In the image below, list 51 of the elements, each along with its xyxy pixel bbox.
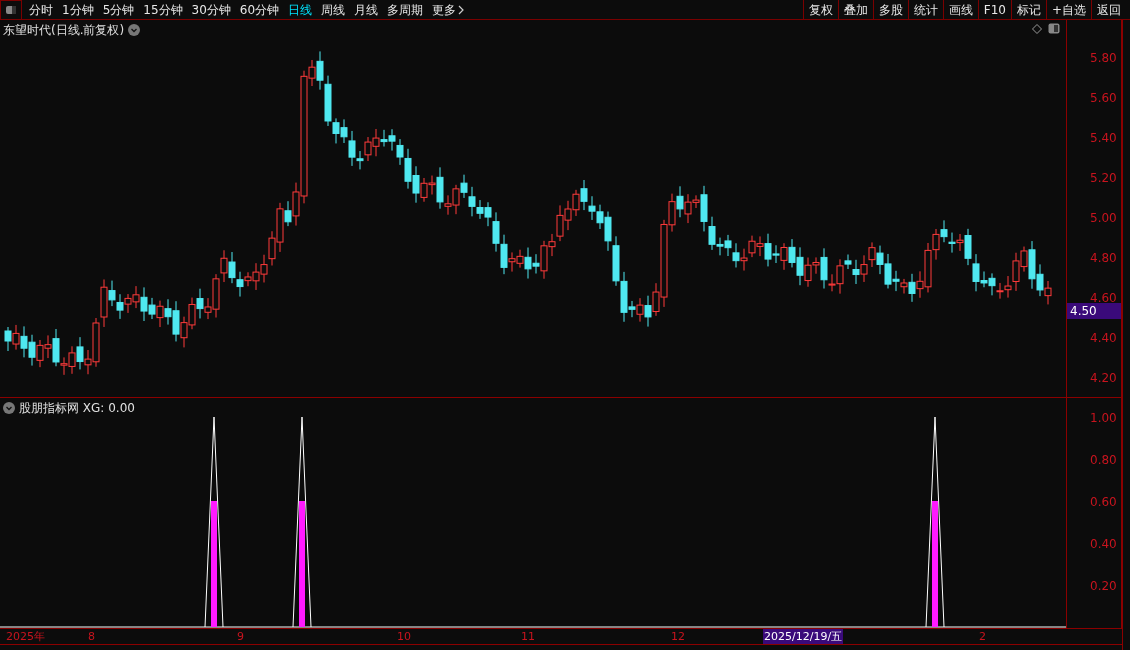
period-tab[interactable]: 分时 bbox=[29, 0, 53, 19]
toolbar-button[interactable]: 叠加 bbox=[837, 0, 873, 20]
panel-toggle-icon[interactable] bbox=[0, 0, 22, 20]
price-tick-label: 4.60 bbox=[1090, 290, 1117, 306]
toolbar-button[interactable]: F10 bbox=[977, 0, 1011, 20]
price-tick-label: 5.20 bbox=[1090, 170, 1117, 187]
period-tab[interactable]: 多周期 bbox=[387, 0, 424, 19]
diamond-icon[interactable] bbox=[1032, 23, 1042, 34]
current-price-tag: 4.50 bbox=[1067, 303, 1121, 319]
toolbar-button[interactable]: 标记 bbox=[1010, 0, 1046, 20]
period-tab[interactable]: 30分钟 bbox=[191, 0, 231, 19]
price-tick-label: 4.80 bbox=[1090, 250, 1117, 267]
period-tab[interactable]: 1分钟 bbox=[62, 0, 94, 19]
more-menu[interactable]: 更多 bbox=[432, 0, 465, 19]
indicator-tick-label: 0.60 bbox=[1090, 494, 1117, 511]
toolbar-button[interactable]: 统计 bbox=[907, 0, 943, 20]
indicator-title: 股朋指标网 XG: 0.00 bbox=[19, 400, 135, 417]
chevron-down-icon[interactable] bbox=[128, 24, 141, 36]
period-tab[interactable]: 5分钟 bbox=[102, 0, 135, 19]
chevron-right-icon bbox=[458, 4, 465, 15]
indicator-tick-label: 0.40 bbox=[1090, 536, 1117, 553]
price-tick-label: 4.20 bbox=[1090, 370, 1117, 387]
period-tab[interactable]: 周线 bbox=[321, 0, 346, 19]
toolbar-button[interactable]: 返回 bbox=[1091, 0, 1126, 20]
date-label: 12 bbox=[670, 629, 686, 644]
date-label: 2 bbox=[978, 629, 987, 644]
price-tick-label: 5.40 bbox=[1090, 130, 1117, 147]
chevron-down-icon[interactable] bbox=[3, 402, 15, 414]
price-tick-label: 5.80 bbox=[1090, 50, 1117, 67]
price-tick-label: 5.60 bbox=[1090, 90, 1117, 107]
toolbar-button[interactable]: 多股 bbox=[872, 0, 908, 20]
date-label: 2025年 bbox=[5, 629, 46, 644]
toolbar-button[interactable]: 画线 bbox=[942, 0, 978, 20]
date-label: 2025/12/19/五 bbox=[763, 629, 844, 644]
date-label: 11 bbox=[520, 629, 536, 644]
chart-title: 东望时代(日线.前复权) bbox=[3, 22, 125, 39]
price-tick-label: 5.00 bbox=[1090, 210, 1117, 227]
date-label: 8 bbox=[87, 629, 96, 644]
indicator-tick-label: 1.00 bbox=[1090, 410, 1117, 427]
toolbar-button[interactable]: +自选 bbox=[1045, 0, 1091, 20]
panel-toggle-icon[interactable] bbox=[1048, 23, 1060, 34]
indicator-tick-label: 0.80 bbox=[1090, 452, 1117, 469]
period-tab[interactable]: 60分钟 bbox=[239, 0, 280, 19]
indicator-tick-label: 0.20 bbox=[1090, 578, 1117, 595]
price-tick-label: 4.40 bbox=[1090, 330, 1117, 347]
period-tab[interactable]: 月线 bbox=[354, 0, 379, 19]
period-tab[interactable]: 日线 bbox=[288, 0, 313, 19]
date-label: 9 bbox=[236, 629, 245, 644]
toolbar-button[interactable]: 复权 bbox=[802, 0, 838, 20]
date-label: 10 bbox=[396, 629, 412, 644]
period-tab[interactable]: 15分钟 bbox=[143, 0, 183, 19]
